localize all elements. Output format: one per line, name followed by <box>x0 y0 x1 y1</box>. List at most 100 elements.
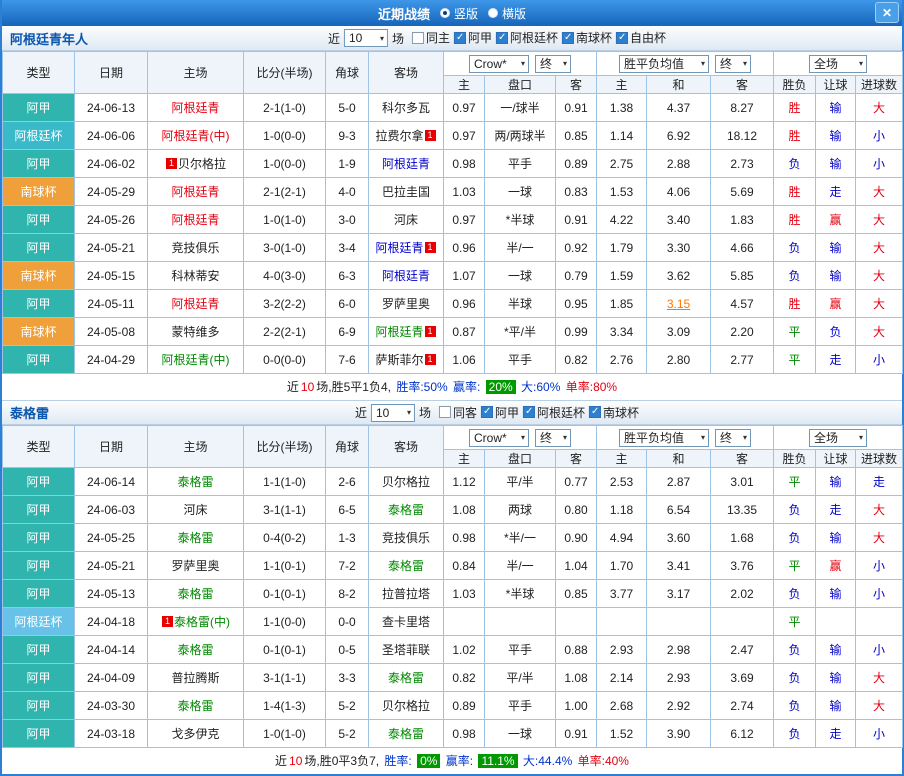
team-link[interactable]: 泰格雷 <box>177 643 213 657</box>
close-button[interactable]: ✕ <box>875 2 899 23</box>
euro-draw-odds-cell[interactable]: 3.15 <box>647 290 711 318</box>
team-link[interactable]: 阿根廷青(中) <box>162 129 230 143</box>
euro-draw-odds-cell: 6.92 <box>647 122 711 150</box>
checkbox-checked-icon[interactable] <box>481 406 493 418</box>
team-link[interactable]: 贝尔格拉 <box>382 475 430 489</box>
team-link[interactable]: 阿根廷青 <box>171 297 219 311</box>
league-filter-checkboxes: 同主阿甲阿根廷杯南球杯自由杯 <box>408 29 666 47</box>
team-link[interactable]: 阿根廷青 <box>382 157 430 171</box>
team-link[interactable]: 萨斯菲尔 <box>375 353 423 367</box>
league-filter-自由杯[interactable]: 自由杯 <box>616 29 666 46</box>
team-link[interactable]: 科尔多瓦 <box>382 101 430 115</box>
checkbox-checked-icon[interactable] <box>496 32 508 44</box>
league-filter-同主[interactable]: 同主 <box>412 29 450 46</box>
checkbox-checked-icon[interactable] <box>562 32 574 44</box>
euro-draw-odds-cell: 3.40 <box>647 206 711 234</box>
radio-horizontal-layout[interactable]: 横版 <box>488 5 526 22</box>
team-link[interactable]: 泰格雷 <box>177 587 213 601</box>
radio-icon[interactable] <box>488 8 498 18</box>
team-link[interactable]: 圣塔菲联 <box>382 643 430 657</box>
summary-text: 场,胜5平1负4, <box>316 380 394 394</box>
match-date-cell: 24-05-15 <box>75 262 148 290</box>
team-link[interactable]: 竞技俱乐 <box>382 531 430 545</box>
euro-odds-state-select[interactable]: 终▾ <box>715 55 751 73</box>
team-link[interactable]: 阿根廷青 <box>375 325 423 339</box>
asia-away-odds-cell: 1.04 <box>556 552 597 580</box>
match-date-cell: 24-04-18 <box>75 608 148 636</box>
team-link[interactable]: 阿根廷青 <box>171 185 219 199</box>
team-link[interactable]: 蒙特维多 <box>171 325 219 339</box>
team-link[interactable]: 贝尔格拉 <box>178 157 226 171</box>
league-filter-阿根廷杯[interactable]: 阿根廷杯 <box>523 404 585 421</box>
asia-odds-state-select[interactable]: 终▾ <box>535 55 571 73</box>
team-link[interactable]: 河床 <box>394 213 418 227</box>
team-link[interactable]: 泰格雷 <box>177 475 213 489</box>
league-filter-阿甲[interactable]: 阿甲 <box>481 404 519 421</box>
checkbox-checked-icon[interactable] <box>589 406 601 418</box>
team-link[interactable]: 拉费尔拿 <box>375 129 423 143</box>
match-count-select[interactable]: 10 ▾ <box>371 404 415 422</box>
score-cell: 2-1(1-0) <box>244 94 326 122</box>
radio-vertical-layout[interactable]: 竖版 <box>440 5 478 22</box>
col-header-result-goals: 进球数 <box>856 76 903 94</box>
team-link[interactable]: 罗萨里奥 <box>382 297 430 311</box>
team-link[interactable]: 拉普拉塔 <box>382 587 430 601</box>
chevron-down-icon: ▾ <box>743 433 747 442</box>
bookmaker-select[interactable]: Crow*▾ <box>469 429 529 447</box>
checkbox-checked-icon[interactable] <box>523 406 535 418</box>
team-link[interactable]: 贝尔格拉 <box>382 699 430 713</box>
checkbox-checked-icon[interactable] <box>454 32 466 44</box>
filter-bar: 近 10 ▾ 场 同主阿甲阿根廷杯南球杯自由杯 <box>328 29 666 47</box>
scope-select[interactable]: 全场▾ <box>809 429 867 447</box>
euro-odds-type-select[interactable]: 胜平负均值▾ <box>619 55 709 73</box>
team-link[interactable]: 科林蒂安 <box>171 269 219 283</box>
league-filter-南球杯[interactable]: 南球杯 <box>562 29 612 46</box>
team-link[interactable]: 泰格雷 <box>388 671 424 685</box>
euro-draw-odds-cell: 2.87 <box>647 468 711 496</box>
team-link[interactable]: 罗萨里奥 <box>171 559 219 573</box>
match-count-select[interactable]: 10 ▾ <box>344 29 388 47</box>
team-link[interactable]: 阿根廷青 <box>171 101 219 115</box>
checkbox-unchecked-icon[interactable] <box>412 32 424 44</box>
away-team-cell: 查卡里塔 <box>369 608 444 636</box>
team-link[interactable]: 巴拉圭国 <box>382 185 430 199</box>
scope-select[interactable]: 全场▾ <box>809 55 867 73</box>
team-link[interactable]: 阿根廷青 <box>375 241 423 255</box>
result-wdl-cell: 负 <box>774 580 816 608</box>
checkbox-unchecked-icon[interactable] <box>439 406 451 418</box>
team-link[interactable]: 阿根廷青 <box>171 213 219 227</box>
euro-odds-state-select[interactable]: 终▾ <box>715 429 751 447</box>
radio-icon[interactable] <box>440 8 450 18</box>
handicap-cell: 半/一 <box>485 552 556 580</box>
team-link[interactable]: 泰格雷 <box>177 531 213 545</box>
league-filter-南球杯[interactable]: 南球杯 <box>589 404 639 421</box>
team-link[interactable]: 泰格雷 <box>177 699 213 713</box>
league-filter-同客[interactable]: 同客 <box>439 404 477 421</box>
col-header-result-wdl: 胜负 <box>774 450 816 468</box>
col-header-euro-away: 客 <box>711 76 774 94</box>
asia-odds-state-select[interactable]: 终▾ <box>535 429 571 447</box>
asia-home-odds-cell: 1.03 <box>444 178 485 206</box>
team-link[interactable]: 泰格雷 <box>388 503 424 517</box>
team-link[interactable]: 河床 <box>183 503 207 517</box>
checkbox-checked-icon[interactable] <box>616 32 628 44</box>
team-link[interactable]: 戈多伊克 <box>171 727 219 741</box>
recent-results-window: 近期战绩 竖版 横版 ✕ 阿根廷青年人 近 10 ▾ 场 同主阿甲阿根廷杯南球杯… <box>0 0 904 776</box>
team-link[interactable]: 阿根廷青(中) <box>162 353 230 367</box>
result-handicap-cell: 输 <box>816 468 856 496</box>
team-link[interactable]: 泰格雷 <box>388 559 424 573</box>
team-link[interactable]: 查卡里塔 <box>382 615 430 629</box>
bookmaker-select[interactable]: Crow*▾ <box>469 55 529 73</box>
team-link[interactable]: 普拉腾斯 <box>171 671 219 685</box>
select-value: 胜平负均值 <box>624 429 684 446</box>
team-link[interactable]: 泰格雷 <box>388 727 424 741</box>
euro-away-odds-cell: 1.83 <box>711 206 774 234</box>
league-filter-阿甲[interactable]: 阿甲 <box>454 29 492 46</box>
euro-odds-type-select[interactable]: 胜平负均值▾ <box>619 429 709 447</box>
team-link[interactable]: 竞技俱乐 <box>171 241 219 255</box>
team-link[interactable]: 泰格雷(中) <box>174 615 230 629</box>
euro-away-odds-cell: 5.69 <box>711 178 774 206</box>
league-filter-阿根廷杯[interactable]: 阿根廷杯 <box>496 29 558 46</box>
team-link[interactable]: 阿根廷青 <box>382 269 430 283</box>
chevron-down-icon: ▾ <box>563 433 567 442</box>
